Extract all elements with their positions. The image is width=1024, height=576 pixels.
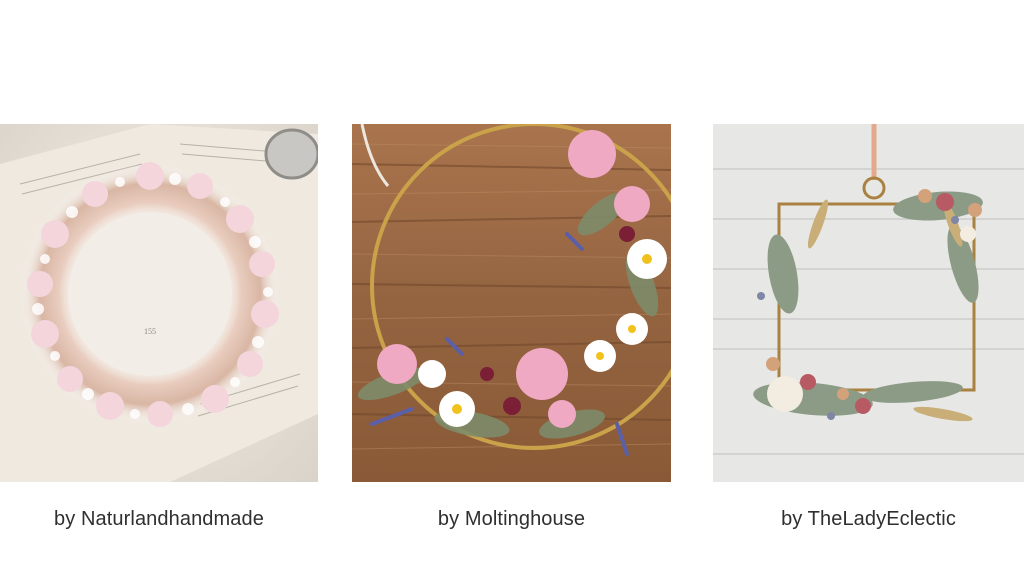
gallery-item-naturlandhandmade: 155 by Naturlandhandmade [0, 124, 318, 530]
wreath-photo-moltinghouse [352, 124, 671, 482]
gallery-item-theladyeclectic: by TheLadyEclectic [713, 124, 1024, 530]
wreath-gallery: 155 by Naturlandhandmade by Moltinghouse… [0, 0, 1024, 576]
wreath-photo-naturlandhandmade: 155 [0, 124, 318, 482]
caption-moltinghouse: by Moltinghouse [437, 508, 586, 530]
caption-theladyeclectic: by TheLadyEclectic [781, 508, 956, 530]
caption-naturlandhandmade: by Naturlandhandmade [54, 508, 264, 530]
wreath-photo-theladyeclectic [713, 124, 1024, 482]
gallery-item-moltinghouse: by Moltinghouse [352, 124, 671, 530]
svg-text:155: 155 [144, 327, 156, 336]
